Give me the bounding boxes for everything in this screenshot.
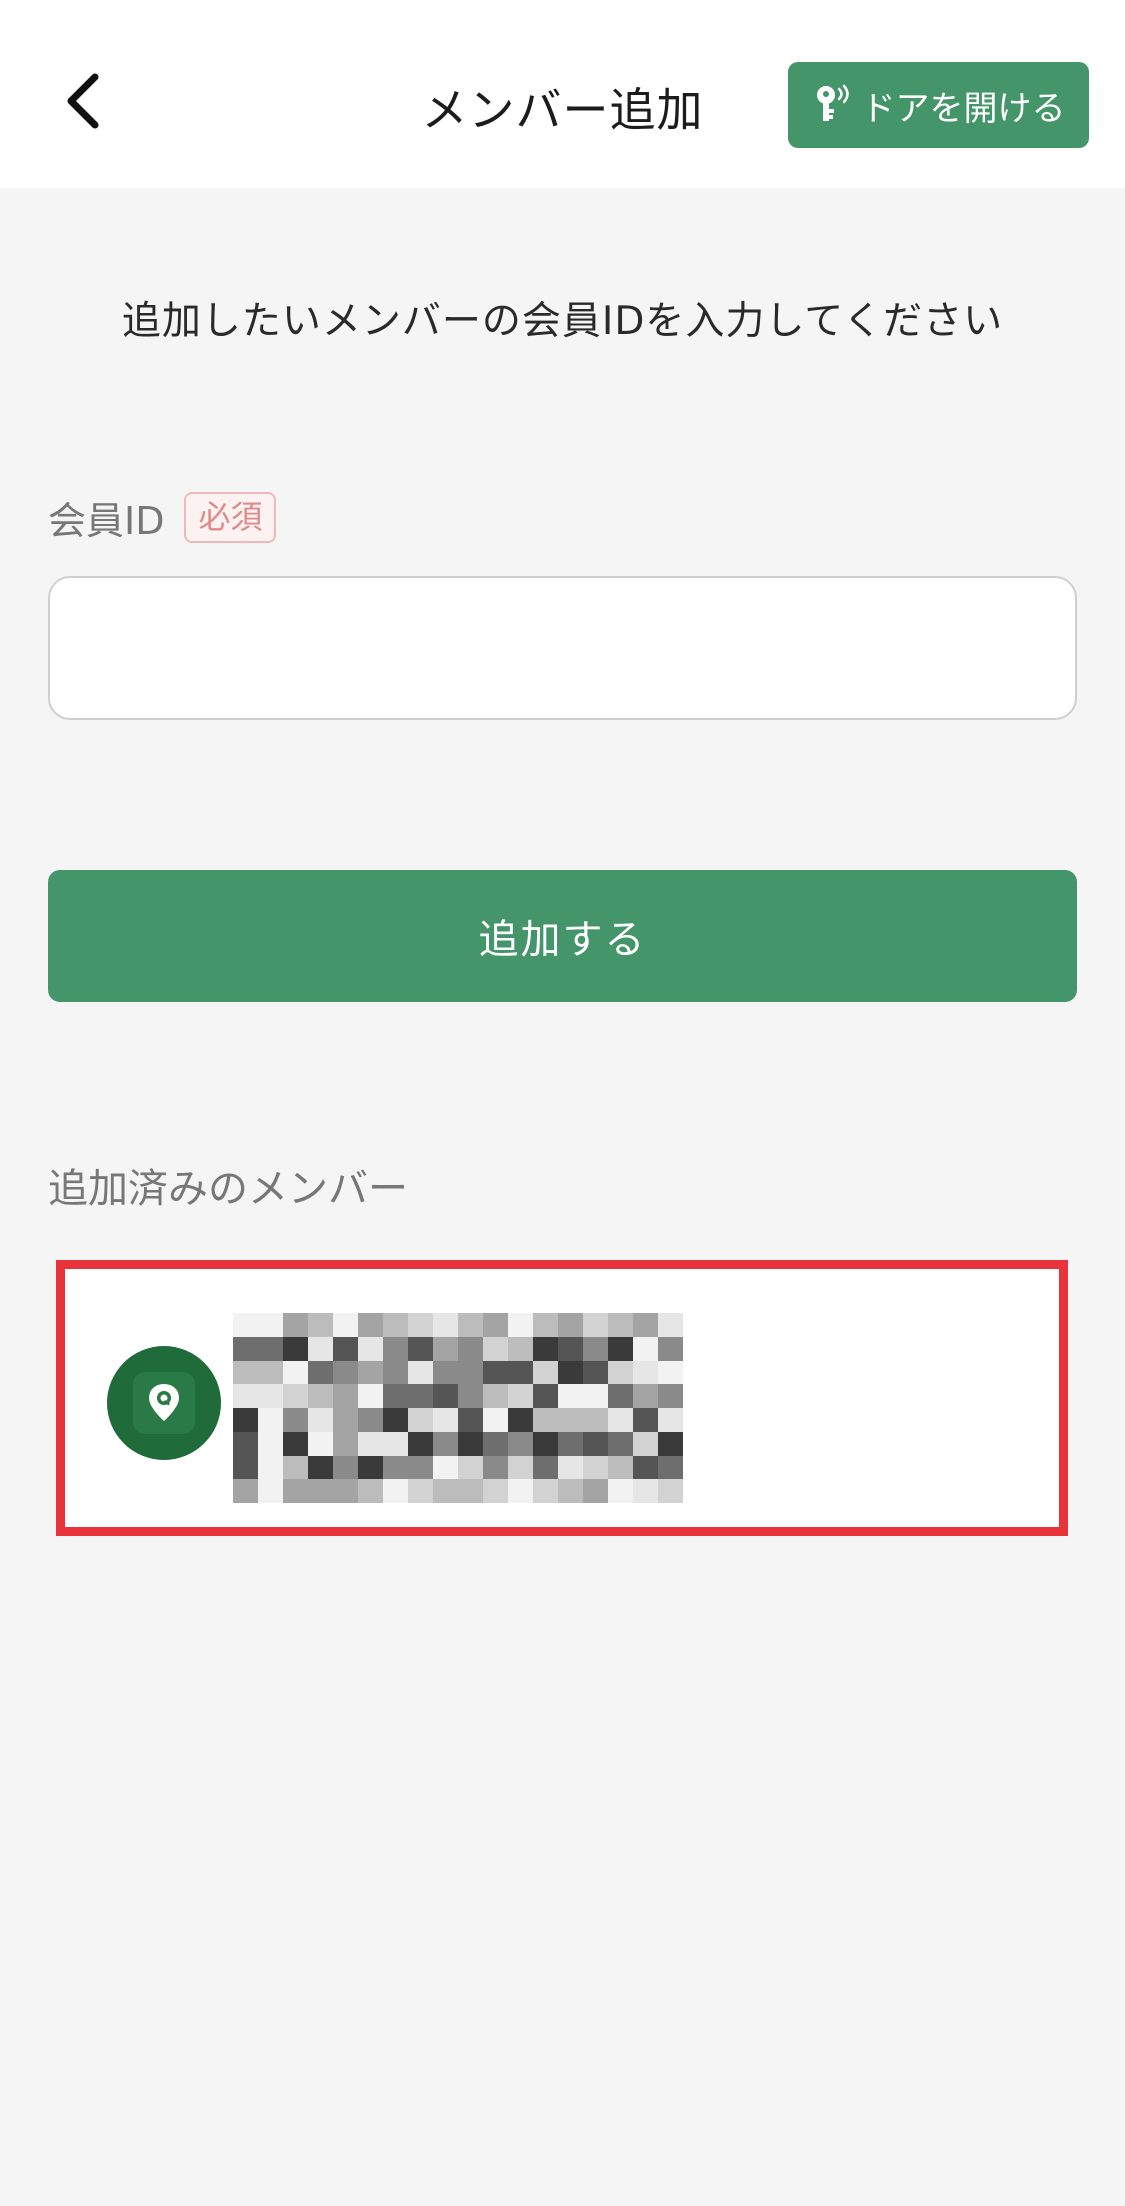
avatar [107, 1346, 221, 1460]
member-id-label: 会員ID [48, 499, 165, 543]
add-member-button[interactable]: 追加する [48, 870, 1077, 1002]
instruction-text: 追加したいメンバーの会員IDを入力してください [121, 299, 1004, 344]
open-door-button[interactable]: ドアを開ける [788, 62, 1089, 148]
added-members-title: 追加済みのメンバー [48, 1166, 408, 1212]
key-wireless-icon [812, 83, 856, 127]
member-id-label-row: 会員ID 必須 [48, 490, 277, 545]
member-name-redacted [233, 1313, 683, 1503]
member-id-input[interactable] [48, 576, 1077, 720]
member-list-item[interactable] [77, 1281, 1047, 1515]
open-door-label: ドアを開ける [861, 88, 1066, 129]
location-pin-icon [149, 1384, 179, 1421]
highlight-frame [56, 1260, 1068, 1536]
app-header: メンバー追加 ドアを開ける [0, 0, 1125, 188]
required-badge: 必須 [184, 491, 277, 544]
